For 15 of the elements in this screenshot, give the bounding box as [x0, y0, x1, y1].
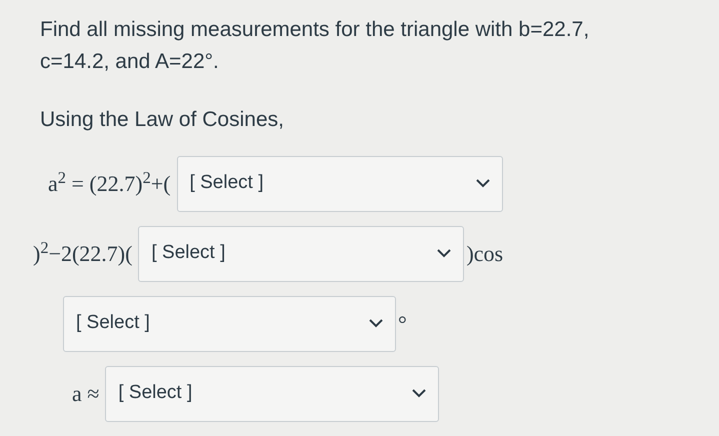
- equation-text: °: [398, 310, 407, 338]
- intro-text: Using the Law of Cosines,: [40, 107, 285, 133]
- select-dropdown[interactable]: [ Select ]: [105, 366, 440, 422]
- equation-text: )$^{2}$−2(22.7)(: [33, 237, 132, 268]
- select-dropdown[interactable]: [ Select ]: [176, 156, 503, 212]
- select-dropdown[interactable]: [ Select ]: [63, 296, 396, 352]
- equation-text: a ≈: [72, 380, 100, 408]
- chevron-down-icon: [412, 389, 426, 398]
- equation-text: a$^{2}$ = (22.7)$^{2}$+(: [48, 167, 171, 198]
- question-text: Find all missing measurements for the triangle with b=22.7, c=14.2, and A=22°.: [40, 17, 590, 75]
- chevron-down-icon: [476, 179, 490, 188]
- chevron-down-icon: [369, 319, 383, 328]
- chevron-down-icon: [437, 249, 452, 258]
- select-dropdown[interactable]: [ Select ]: [138, 226, 464, 282]
- equation-text: )cos: [466, 240, 504, 268]
